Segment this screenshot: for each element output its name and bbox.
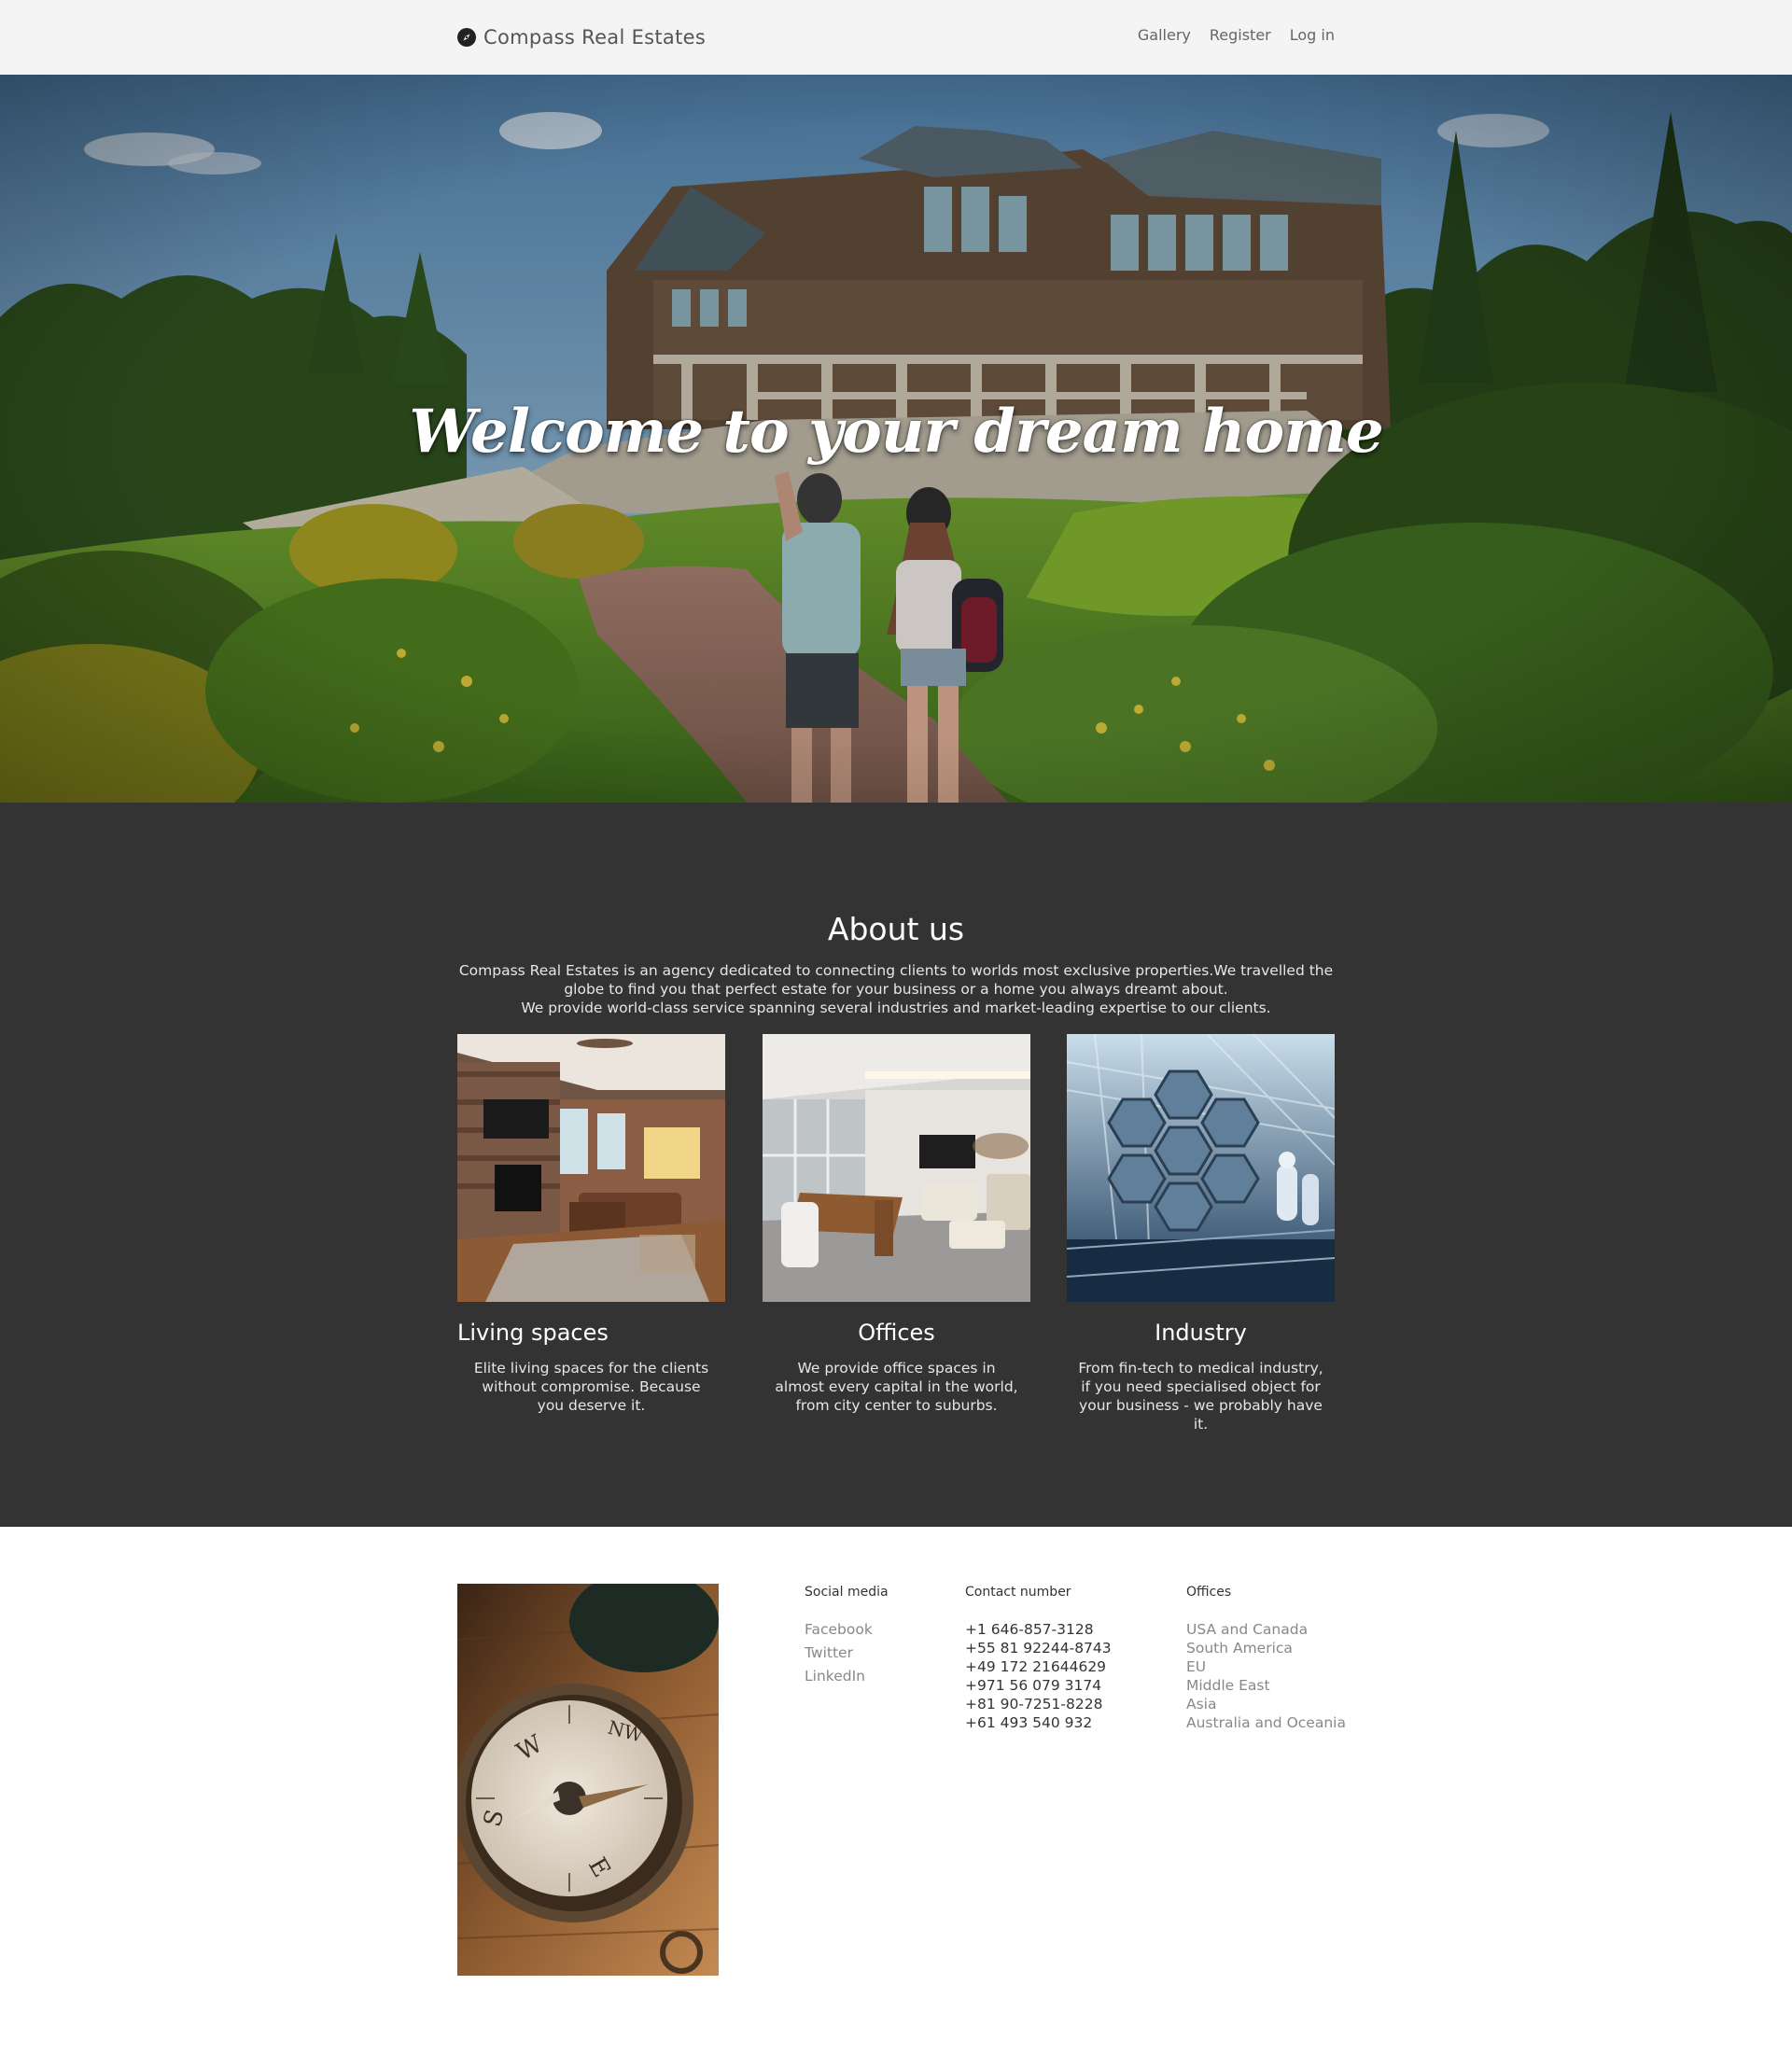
facebook-link[interactable]: Facebook: [805, 1621, 873, 1638]
nav-link-gallery[interactable]: Gallery: [1138, 26, 1191, 44]
office-region: EU: [1186, 1658, 1207, 1675]
phone-number: +81 90-7251-8228: [965, 1696, 1103, 1712]
twitter-link[interactable]: Twitter: [805, 1644, 853, 1661]
office-region: Australia and Oceania: [1186, 1714, 1346, 1731]
brand-link[interactable]: Compass Real Estates: [457, 24, 706, 50]
office-region: USA and Canada: [1186, 1621, 1309, 1638]
linkedin-link[interactable]: LinkedIn: [805, 1668, 865, 1685]
phone-number: +49 172 21644629: [965, 1658, 1107, 1675]
about-section: About us Compass Real Estates is an agen…: [0, 803, 1792, 1527]
about-description: Compass Real Estates is an agency dedica…: [457, 961, 1335, 1017]
card-text-industry: From fin-tech to medical industry, if yo…: [1078, 1360, 1323, 1433]
nav-links: Gallery Register Log in: [1138, 26, 1335, 44]
phone-number: +1 646-857-3128: [965, 1621, 1094, 1638]
offices-list: USA and Canada South America EU Middle E…: [1186, 1620, 1346, 1732]
about-description-line-1: Compass Real Estates is an agency dedica…: [458, 962, 1334, 998]
brand-name: Compass Real Estates: [483, 26, 707, 49]
office-region: South America: [1186, 1640, 1293, 1657]
footer-contact-column: Contact number +1 646-857-3128 +55 81 92…: [965, 1585, 1112, 1732]
card-title-living-spaces: Living spaces: [457, 1320, 609, 1346]
compass-icon: [457, 28, 476, 47]
card-text-offices: We provide office spaces in almost every…: [775, 1360, 1018, 1414]
card-title-industry: Industry: [1155, 1320, 1247, 1346]
compass-photo: W S E NW: [457, 1584, 719, 1976]
phone-number: +971 56 079 3174: [965, 1677, 1102, 1694]
navbar-container: Compass Real Estates Gallery Register Lo…: [457, 0, 1335, 75]
about-description-line-2: We provide world-class service spanning …: [521, 1000, 1271, 1016]
nav-link-login[interactable]: Log in: [1290, 26, 1335, 44]
card-title-offices: Offices: [858, 1320, 935, 1346]
card-text-living-spaces: Elite living spaces for the clients with…: [473, 1360, 709, 1414]
footer-social-column: Social media Facebook Twitter LinkedIn: [805, 1585, 889, 1690]
offices-title: Offices: [1186, 1585, 1232, 1600]
office-region: Asia: [1186, 1696, 1217, 1712]
social-title: Social media: [805, 1585, 889, 1600]
card-industry: Industry From fin-tech to medical indust…: [1067, 1034, 1335, 1433]
phone-number: +55 81 92244-8743: [965, 1640, 1112, 1657]
office-region: Middle East: [1186, 1677, 1270, 1694]
hero-title: Welcome to your dream home: [409, 397, 1383, 467]
living-room-image: [457, 1034, 725, 1302]
card-living-spaces: Living spaces Elite living spaces for th…: [457, 1034, 725, 1415]
hero-banner: Welcome to your dream home: [0, 75, 1792, 803]
footer-offices-column: Offices USA and Canada South America EU …: [1186, 1585, 1346, 1732]
phone-number: +61 493 540 932: [965, 1714, 1093, 1731]
card-offices: Offices We provide office spaces in almo…: [763, 1034, 1030, 1415]
navbar: Compass Real Estates Gallery Register Lo…: [0, 0, 1792, 75]
nav-link-register[interactable]: Register: [1210, 26, 1271, 44]
office-image: [763, 1034, 1030, 1302]
contact-list: +1 646-857-3128 +55 81 92244-8743 +49 17…: [965, 1620, 1112, 1732]
social-list: Facebook Twitter LinkedIn: [805, 1615, 889, 1690]
footer: W S E NW Social media Facebook Twitter L…: [0, 1527, 1792, 2055]
industry-image: [1067, 1034, 1335, 1302]
about-title: About us: [827, 911, 965, 947]
list-item: LinkedIn: [805, 1662, 889, 1690]
contact-title: Contact number: [965, 1585, 1071, 1600]
